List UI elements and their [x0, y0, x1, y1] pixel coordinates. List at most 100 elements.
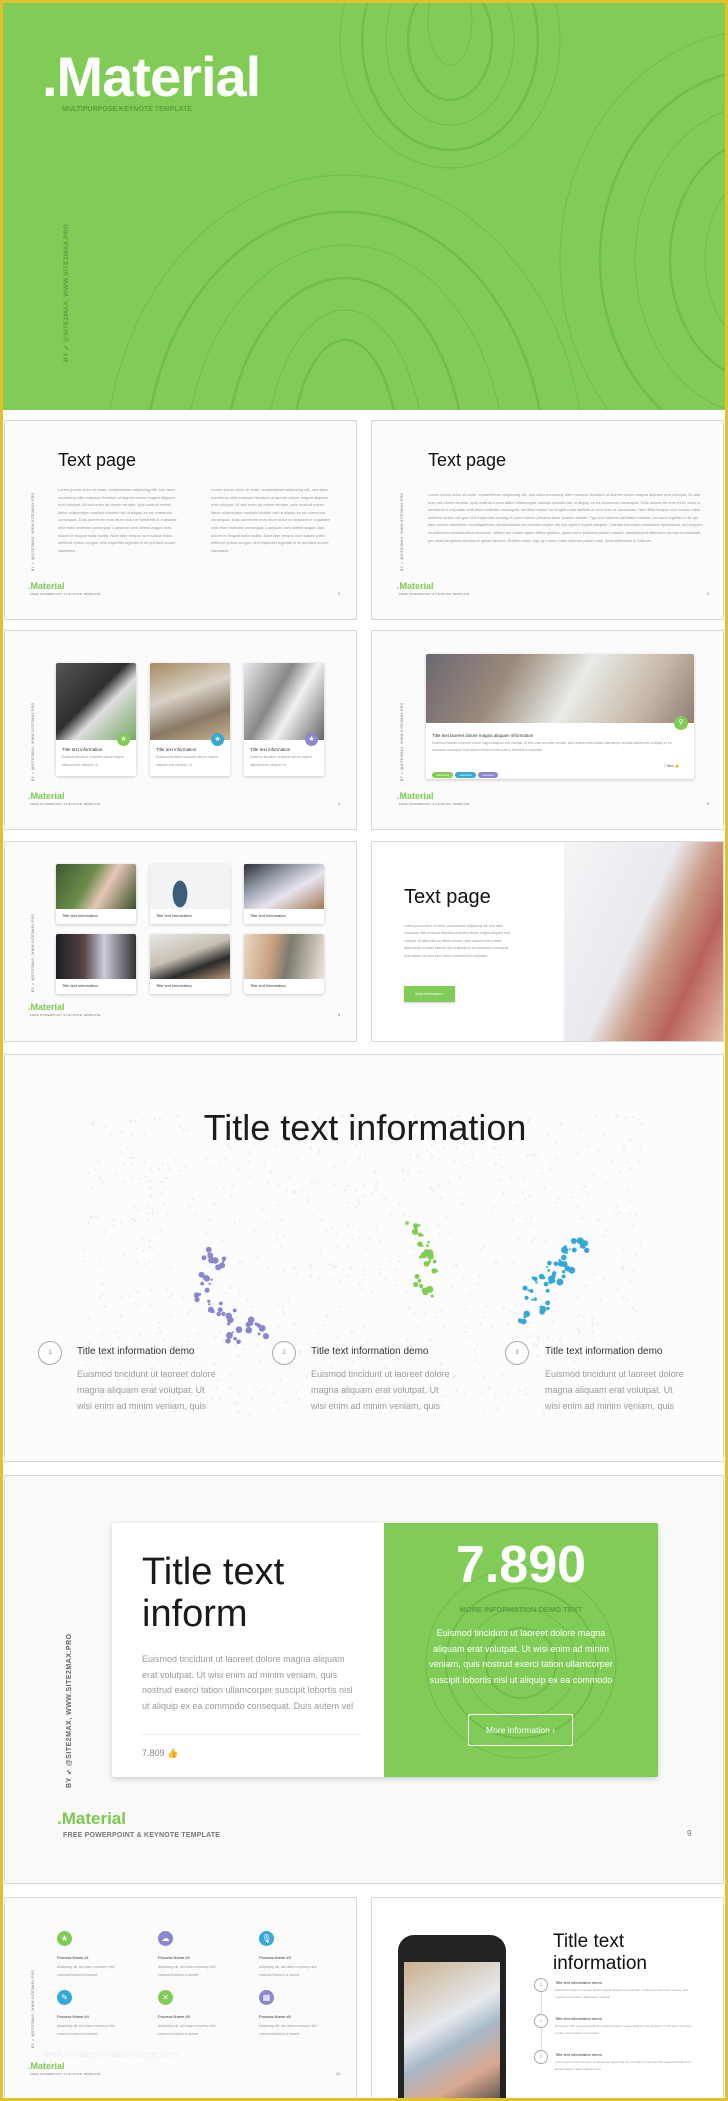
info-card[interactable]: ★ Title text information Euismod tincidu…	[244, 663, 324, 776]
page-number: 5	[707, 801, 710, 806]
photo-card[interactable]: Title text information	[56, 864, 136, 924]
photo-card[interactable]: Title text information	[244, 934, 324, 994]
footer-brand: .Material	[28, 581, 65, 591]
map-background-dot	[120, 1151, 124, 1154]
map-background-dot	[496, 1261, 499, 1264]
map-background-dot	[408, 1152, 412, 1156]
cover-side-label: BY ➶ @SITE2MAX, WWW.SITE2MAX.PRO	[62, 224, 70, 362]
info-card[interactable]: ★ Title text information Euismod tincidu…	[150, 663, 230, 776]
more-information-button[interactable]: More information ›	[468, 1714, 573, 1746]
map-background-dot	[384, 1278, 388, 1281]
map-background-dot	[137, 1304, 140, 1308]
map-background-dot	[133, 1205, 136, 1208]
map-background-dot	[252, 1229, 256, 1233]
tag-marketing[interactable]: marketing	[432, 772, 454, 778]
map-background-dot	[408, 1215, 412, 1219]
slide-feature-card: ⚲ Title text laoreet dolore magna aliqua…	[371, 630, 724, 830]
map-background-dot	[576, 1206, 580, 1209]
region-dot-purple	[258, 1324, 266, 1332]
map-background-dot	[165, 1288, 169, 1291]
map-background-dot	[481, 1409, 485, 1413]
map-background-dot	[390, 1212, 393, 1216]
map-background-dot	[408, 1306, 411, 1309]
map-background-dot	[178, 1362, 181, 1365]
search-icon[interactable]: ⚲	[674, 716, 688, 730]
map-background-dot	[628, 1199, 631, 1202]
region-dot-purple	[212, 1257, 219, 1264]
map-background-dot	[555, 1157, 559, 1160]
map-background-dot	[256, 1343, 260, 1347]
map-background-dot	[360, 1287, 364, 1290]
info-card[interactable]: ★ Title text information Euismod tincidu…	[56, 663, 136, 776]
map-background-dot	[467, 1334, 471, 1338]
tag-education[interactable]: education	[455, 772, 477, 778]
map-background-dot	[596, 1218, 600, 1222]
footer-brand: .Material	[57, 1809, 126, 1828]
map-background-dot	[235, 1343, 238, 1347]
map-background-dot	[297, 1397, 301, 1401]
map-background-dot	[101, 1180, 104, 1184]
map-background-dot	[618, 1170, 622, 1174]
map-background-dot	[350, 1310, 354, 1314]
map-background-dot	[341, 1268, 344, 1272]
star-icon[interactable]: ★	[305, 733, 318, 746]
map-background-dot	[614, 1212, 618, 1216]
photo-card[interactable]: Title text information	[150, 864, 230, 924]
map-background-dot	[251, 1398, 254, 1401]
footer-tagline: FREE POWERPOINT & KEYNOTE TEMPLATE	[30, 802, 101, 806]
map-background-dot	[354, 1206, 357, 1209]
map-background-dot	[224, 1291, 228, 1295]
map-background-dot	[513, 1312, 517, 1316]
side-label: BY ➶ @SITE2MAX, WWW.SITE2MAX.PRO	[31, 702, 35, 781]
star-icon[interactable]: ★	[211, 733, 224, 746]
map-background-dot	[161, 1339, 165, 1342]
map-background-dot	[363, 1268, 367, 1271]
map-background-dot	[133, 1219, 137, 1223]
region-dot-green	[405, 1221, 409, 1225]
region-dot-purple	[204, 1287, 210, 1293]
map-background-dot	[633, 1252, 636, 1255]
map-background-dot	[532, 1342, 536, 1346]
map-background-dot	[501, 1192, 505, 1195]
star-icon[interactable]: ★	[117, 733, 130, 746]
map-background-dot	[378, 1357, 381, 1360]
photo-card[interactable]: Title text information	[56, 934, 136, 994]
map-background-dot	[465, 1307, 468, 1311]
more-information-button[interactable]: More information ›	[404, 986, 455, 1002]
map-background-dot	[436, 1224, 440, 1228]
photo-card[interactable]: Title text information	[150, 934, 230, 994]
map-background-dot	[406, 1171, 410, 1174]
map-background-dot	[331, 1166, 334, 1170]
photo-card[interactable]: Title text information	[244, 864, 324, 924]
map-background-dot	[347, 1274, 351, 1277]
slide-six-cards: Title text information Title text inform…	[4, 841, 357, 1042]
tag-business[interactable]: business	[478, 772, 499, 778]
region-dot-green	[413, 1281, 419, 1288]
map-background-dot	[150, 1206, 154, 1210]
map-background-dot	[615, 1204, 618, 1208]
map-background-dot	[514, 1304, 518, 1307]
region-dot-purple	[201, 1255, 207, 1261]
map-background-dot	[351, 1359, 354, 1363]
twitter-bird-icon: ➶	[63, 344, 70, 351]
map-background-dot	[293, 1266, 296, 1270]
map-background-dot	[625, 1298, 629, 1302]
feature-card[interactable]: ⚲ Title text laoreet dolore magna aliqua…	[426, 654, 694, 779]
map-background-dot	[135, 1262, 139, 1265]
card-title: Title text information	[62, 747, 103, 752]
map-background-dot	[150, 1170, 153, 1174]
map-background-dot	[352, 1329, 356, 1332]
map-background-dot	[373, 1169, 377, 1173]
map-background-dot	[87, 1221, 91, 1225]
map-background-dot	[459, 1197, 463, 1201]
map-background-dot	[615, 1340, 619, 1344]
map-background-dot	[635, 1254, 638, 1257]
map-background-dot	[430, 1156, 434, 1160]
map-background-dot	[88, 1340, 92, 1344]
map-background-dot	[344, 1189, 347, 1192]
footer-tagline: FREE POWERPOINT & KEYNOTE TEMPLATE	[399, 592, 470, 596]
map-background-dot	[262, 1388, 266, 1392]
map-background-dot	[211, 1166, 215, 1169]
map-background-dot	[379, 1240, 383, 1243]
map-background-dot	[411, 1246, 415, 1249]
